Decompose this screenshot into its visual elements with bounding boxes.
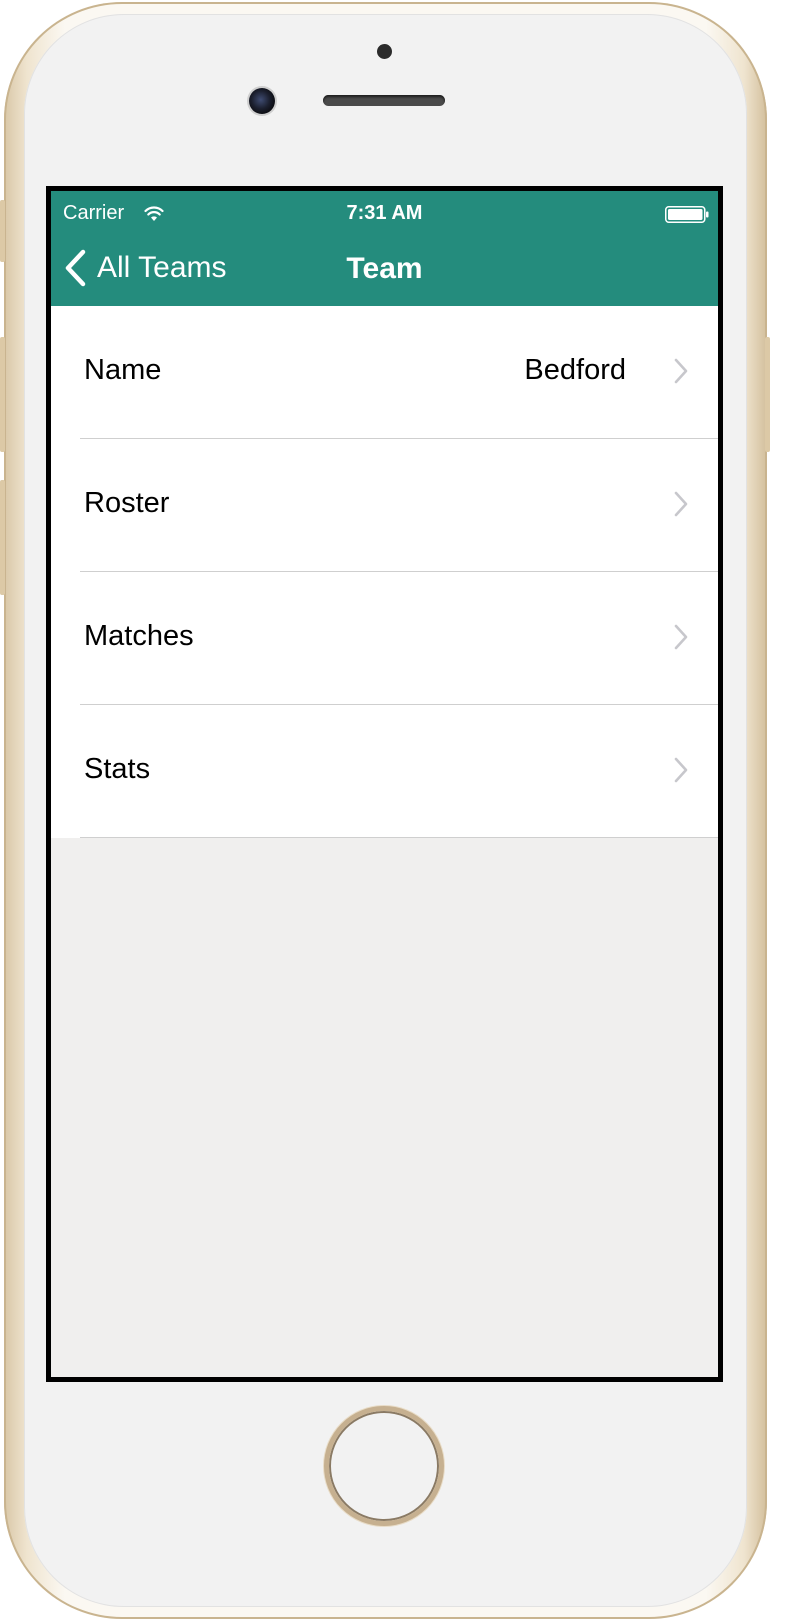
chevron-right-icon bbox=[674, 624, 688, 650]
navigation-bar: All Teams Team bbox=[51, 231, 718, 306]
status-time: 7:31 AM bbox=[346, 202, 423, 224]
row-value: Bedford bbox=[524, 354, 626, 386]
home-button[interactable] bbox=[324, 1406, 444, 1526]
screen: Carrier 7:31 AM All Teams Team Name Bedf… bbox=[46, 186, 723, 1382]
team-options-table: Name Bedford Roster Matches Stats bbox=[51, 306, 718, 838]
battery-icon bbox=[665, 206, 709, 223]
row-label: Roster bbox=[84, 487, 170, 519]
row-label: Name bbox=[84, 354, 162, 386]
chevron-right-icon bbox=[674, 491, 688, 517]
volume-down-button bbox=[0, 480, 5, 595]
navigation-header: Carrier 7:31 AM All Teams Team bbox=[51, 191, 718, 306]
table-row-roster[interactable]: Roster bbox=[51, 439, 718, 572]
table-row-name[interactable]: Name Bedford bbox=[51, 306, 718, 439]
power-button bbox=[765, 337, 770, 452]
table-row-matches[interactable]: Matches bbox=[51, 572, 718, 705]
chevron-right-icon bbox=[674, 757, 688, 783]
chevron-right-icon bbox=[674, 358, 688, 384]
mute-switch bbox=[0, 200, 5, 262]
status-bar: Carrier 7:31 AM bbox=[51, 191, 718, 231]
front-camera bbox=[249, 88, 275, 114]
row-label: Stats bbox=[84, 753, 151, 785]
earpiece-speaker bbox=[323, 95, 445, 106]
volume-up-button bbox=[0, 337, 5, 452]
row-label: Matches bbox=[84, 620, 194, 652]
page-title: Team bbox=[346, 252, 423, 285]
proximity-sensor bbox=[377, 44, 392, 59]
table-row-stats[interactable]: Stats bbox=[51, 705, 718, 838]
row-separator bbox=[80, 837, 718, 838]
